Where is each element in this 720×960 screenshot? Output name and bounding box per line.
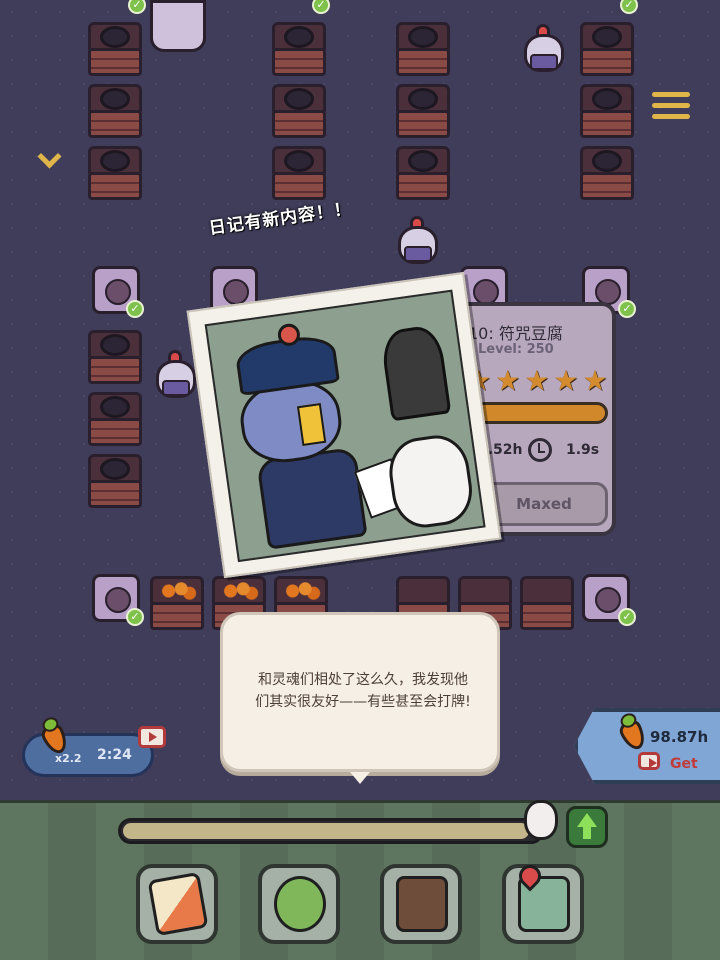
star-icon: ★ [524,364,550,397]
cooking-station[interactable] [86,84,144,142]
tree-button[interactable] [258,864,340,944]
check-icon: ✓ [126,300,144,318]
cooking-station[interactable] [578,146,636,204]
cooking-station[interactable] [86,454,144,512]
star-icon: ★ [582,364,608,397]
earnings-amount: 98.87h [650,728,709,746]
cooking-station[interactable] [86,392,144,450]
tv-icon[interactable] [138,726,166,748]
diary-photo[interactable] [186,271,502,579]
cooking-station[interactable] [86,22,144,80]
boost-timer: 2:24 [97,747,132,763]
star-rating: ★ ★ ★ ★ ★ [466,366,608,396]
cooking-station[interactable] [394,146,452,204]
chicken-chef [522,22,566,74]
star-icon: ★ [553,364,579,397]
maxed-button[interactable]: Maxed [480,482,608,526]
bunny-runner [524,800,558,840]
cooking-station[interactable] [518,576,576,634]
soup-vat[interactable] [150,0,206,52]
story-dialog[interactable]: 和灵魂们相处了这么久，我发现他们其实很友好——有些甚至会打牌! [220,612,500,772]
cooking-station[interactable] [578,22,636,80]
tv-icon [638,752,660,770]
check-icon: ✓ [126,608,144,626]
cooking-station[interactable] [578,84,636,142]
diary-button[interactable] [380,864,462,944]
ghost-character [379,323,452,422]
jiangshi-body [256,446,368,550]
recipe-level: Level: 250 [478,342,554,357]
tree-icon [274,876,326,932]
stage-progress-bar [118,818,544,844]
cooking-station[interactable] [270,22,328,80]
cooking-station[interactable] [270,146,328,204]
chicken-chef [154,348,198,400]
cards-button[interactable] [136,864,218,944]
menu-icon[interactable] [652,92,690,124]
level-progress-bar [468,402,608,424]
check-icon: ✓ [618,300,636,318]
dialog-pointer [350,772,370,784]
chevron-down-icon[interactable] [38,152,60,168]
dialog-text: 和灵魂们相处了这么久，我发现他们其实很友好——有些甚至会打牌! [255,672,471,710]
boost-multiplier: x2.2 [55,752,82,765]
chicken-chef [396,214,440,266]
cooking-station[interactable] [86,146,144,204]
cooking-station[interactable] [86,330,144,388]
cooking-station[interactable] [270,84,328,142]
stage-progress-fill [123,823,529,839]
star-icon: ★ [495,364,521,397]
map-button[interactable] [502,864,584,944]
clock-icon [528,438,552,462]
cook-time-value: 1.9s [566,442,600,458]
carrot-boost[interactable]: x2.2 2:24 [22,733,154,777]
book-icon [396,876,448,932]
cards-icon [147,871,209,937]
offline-earnings[interactable]: 98.87h Get [574,708,720,784]
photo-illustration [204,289,486,563]
bunny-character [384,431,477,532]
get-button[interactable]: Get [670,756,698,772]
map-icon [518,876,570,932]
check-icon: ✓ [618,608,636,626]
recipe-name: 10: 符咒豆腐 [468,324,563,343]
cooking-station[interactable] [394,84,452,142]
carrot-station[interactable] [148,576,206,634]
up-arrow-icon[interactable] [566,806,608,848]
cooking-station[interactable] [394,22,452,80]
